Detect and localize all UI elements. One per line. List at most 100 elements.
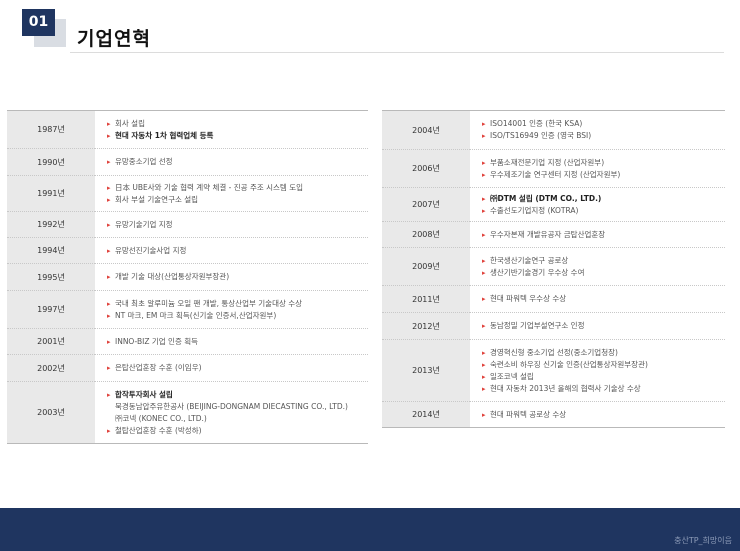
history-table-left: 1987년 ▸ 회사 설립 ▸ 현대 자동차 1차 협력업체 등록 1990년 ▸ 유망중소기… [7, 110, 368, 444]
history-event: ▸ 현대 파워텍 공로상 수상 [482, 409, 725, 421]
page-title: 기업연혁 [77, 28, 151, 50]
history-event-text: 부품소재전문기업 지정 (산업자원부) [490, 157, 605, 167]
history-event: ▸ 한국생산기술연구 공로상 [482, 255, 725, 267]
history-row: 1990년 ▸ 유망중소기업 선정 [7, 148, 368, 176]
history-event-text: 日本 UBE사와 기술 협력 계약 체결 - 진공 주조 시스템 도입 [115, 182, 304, 192]
history-event-text: ㈜코넥 (KONEC CO., LTD.) [115, 413, 207, 423]
history-events: ▸ 현대 파워텍 우수상 수상 [470, 285, 725, 313]
history-events: ▸ 동남정밀 기업부설연구소 인정 [470, 312, 725, 340]
history-events: ▸ 합작투자회사 설립 북경동남압주유한공사 (BEIJING-DONGNAM DI… [95, 381, 368, 444]
section-header: 01 기업연혁 [0, 0, 740, 60]
history-year: 2012년 [382, 312, 470, 340]
bullet-icon: ▸ [107, 246, 111, 255]
history-events: ▸ 유망기술기업 지정 [95, 211, 368, 238]
history-event-text: 유망선진기술사업 지정 [115, 245, 187, 255]
history-year: 2003년 [7, 381, 95, 444]
bullet-icon: ▸ [107, 273, 111, 281]
section-number-badge: 01 [22, 9, 55, 36]
bullet-icon: ▸ [482, 410, 486, 419]
history-event: ▸ 현대 파워텍 우수상 수상 [482, 293, 725, 305]
history-event-text: 개발 기술 대상(산업통상자원부장관) [115, 272, 230, 281]
history-events: ▸ INNO-BIZ 기업 인증 획득 [95, 328, 368, 355]
history-event: ▸ 은탑산업훈장 수훈 (이임우) [107, 362, 368, 374]
history-year: 2008년 [382, 221, 470, 248]
history-row: 2011년 ▸ 현대 파워텍 우수상 수상 [382, 285, 725, 313]
history-event: ▸ 유망중소기업 선정 [107, 156, 368, 168]
bullet-icon: ▸ [482, 158, 486, 167]
bullet-icon: ▸ [107, 119, 111, 128]
history-year: 1987년 [7, 110, 95, 149]
bullet-icon: ▸ [107, 426, 111, 435]
history-row: 1997년 ▸ 국내 최초 알루미늄 오일 팬 개발, 통상산업부 기술대상 수상 ▸… [7, 290, 368, 329]
history-year: 1990년 [7, 148, 95, 176]
history-event: ▸ 현대 자동차 2013년 올해의 협력사 기술상 수상 [482, 383, 725, 395]
bullet-icon: ▸ [107, 183, 111, 192]
history-event: ▸ 생산기반기술경기 우수상 수여 [482, 267, 725, 279]
history-row: 2002년 ▸ 은탑산업훈장 수훈 (이임우) [7, 354, 368, 382]
bullet-icon: ▸ [482, 230, 486, 239]
bullet-icon: ▸ [482, 206, 486, 215]
history-events: ▸ 우수자본재 개발유공자 금탑산업훈장 [470, 221, 725, 248]
history-event: ▸ 회사 설립 [107, 118, 368, 130]
history-event: ▸ ISO14001 인증 (한국 KSA) [482, 118, 725, 130]
history-events: ▸ 현대 파워텍 공로상 수상 [470, 401, 725, 428]
history-year: 2007년 [382, 187, 470, 222]
history-event-text: 유망중소기업 선정 [115, 157, 173, 166]
history-row: 1992년 ▸ 유망기술기업 지정 [7, 211, 368, 238]
history-event: ▸ 합작투자회사 설립 [107, 389, 368, 401]
history-event-text: 한국생산기술연구 공로상 [490, 255, 569, 265]
history-events: ▸ 개발 기술 대상(산업통상자원부장관) [95, 263, 368, 291]
history-event: ▸ ISO/TS16949 인증 (영국 BSI) [482, 130, 725, 142]
history-year: 2009년 [382, 247, 470, 286]
history-event: ▸ INNO-BIZ 기업 인증 획득 [107, 336, 368, 348]
history-event: ▸ 개발 기술 대상(산업통상자원부장관) [107, 271, 368, 283]
history-event-text: 북경동남압주유한공사 (BEIJING-DONGNAM DIECASTING C… [115, 401, 348, 411]
history-year: 2001년 [7, 328, 95, 355]
bullet-icon: ▸ [107, 220, 111, 229]
history-event-text: 수출선도기업지정 (KOTRA) [490, 205, 579, 215]
bullet-icon: ▸ [107, 337, 111, 346]
history-events: ▸ ISO14001 인증 (한국 KSA) ▸ ISO/TS16949 인증 (영국… [470, 110, 725, 150]
history-event-text: ISO/TS16949 인증 (영국 BSI) [490, 131, 592, 140]
history-event-text: 경영혁신형 중소기업 선정(중소기업청장) [490, 347, 618, 357]
history-year: 2006년 [382, 149, 470, 188]
history-event: 북경동남압주유한공사 (BEIJING-DONGNAM DIECASTING C… [107, 401, 368, 413]
history-row: 2006년 ▸ 부품소재전문기업 지정 (산업자원부) ▸ 우수제조기술 연구센터 지정… [382, 149, 725, 188]
bullet-icon: ▸ [482, 170, 486, 179]
history-event: ▸ 철탑산업훈장 수훈 (박성하) [107, 425, 368, 437]
history-event: ▸ 경영혁신형 중소기업 선정(중소기업청장) [482, 347, 725, 359]
history-event-text: 유망기술기업 지정 [115, 219, 173, 229]
history-year: 2014년 [382, 401, 470, 428]
history-event-text: 은탑산업훈장 수훈 (이임우) [115, 363, 202, 372]
history-events: ▸ 한국생산기술연구 공로상 ▸ 생산기반기술경기 우수상 수여 [470, 247, 725, 286]
history-event-text: 현대 자동차 2013년 올해의 협력사 기술상 수상 [490, 383, 641, 393]
history-year: 1991년 [7, 175, 95, 212]
history-year: 2013년 [382, 339, 470, 402]
bullet-icon: ▸ [482, 384, 486, 393]
history-event: ▸ 숙련소비 하우징 신기술 인증(산업통상자원부장관) [482, 359, 725, 371]
history-event: ▸ 유망선진기술사업 지정 [107, 245, 368, 257]
history-row: 2012년 ▸ 동남정밀 기업부설연구소 인정 [382, 312, 725, 340]
bullet-icon: ▸ [482, 132, 486, 140]
bullet-icon: ▸ [107, 390, 111, 399]
history-row: 2001년 ▸ INNO-BIZ 기업 인증 획득 [7, 328, 368, 355]
history-row: 2004년 ▸ ISO14001 인증 (한국 KSA) ▸ ISO/TS16949 인… [382, 110, 725, 150]
history-event-text: ㈜DTM 설립 (DTM CO., LTD.) [490, 193, 602, 203]
history-event-text: 현대 파워텍 공로상 수상 [490, 409, 567, 419]
history-row: 2003년 ▸ 합작투자회사 설립 북경동남압주유한공사 (BEIJING-DONGN… [7, 381, 368, 444]
history-event: ▸ 국내 최초 알루미늄 오일 팬 개발, 통상산업부 기술대상 수상 [107, 298, 368, 310]
history-event: ▸ 현대 자동차 1차 협력업체 등록 [107, 130, 368, 142]
history-event-text: INNO-BIZ 기업 인증 획득 [115, 336, 199, 346]
footer-bar: 충산TP_희망이음 [0, 508, 740, 551]
bullet-icon: ▸ [107, 158, 111, 166]
bullet-icon: ▸ [107, 299, 111, 308]
history-event-text: 현대 파워텍 우수상 수상 [490, 294, 567, 303]
history-year: 1997년 [7, 290, 95, 329]
title-divider [70, 52, 724, 53]
history-row: 2007년 ▸ ㈜DTM 설립 (DTM CO., LTD.) ▸ 수출선도기업지정 (… [382, 187, 725, 222]
history-event-text: 현대 자동차 1차 협력업체 등록 [115, 130, 214, 140]
history-event-text: 숙련소비 하우징 신기술 인증(산업통상자원부장관) [490, 359, 648, 369]
history-event: ▸ 우수제조기술 연구센터 지정 (산업자원부) [482, 169, 725, 181]
history-row: 2013년 ▸ 경영혁신형 중소기업 선정(중소기업청장) ▸ 숙련소비 하우징 신기술… [382, 339, 725, 402]
history-event: ▸ ㈜DTM 설립 (DTM CO., LTD.) [482, 193, 725, 205]
